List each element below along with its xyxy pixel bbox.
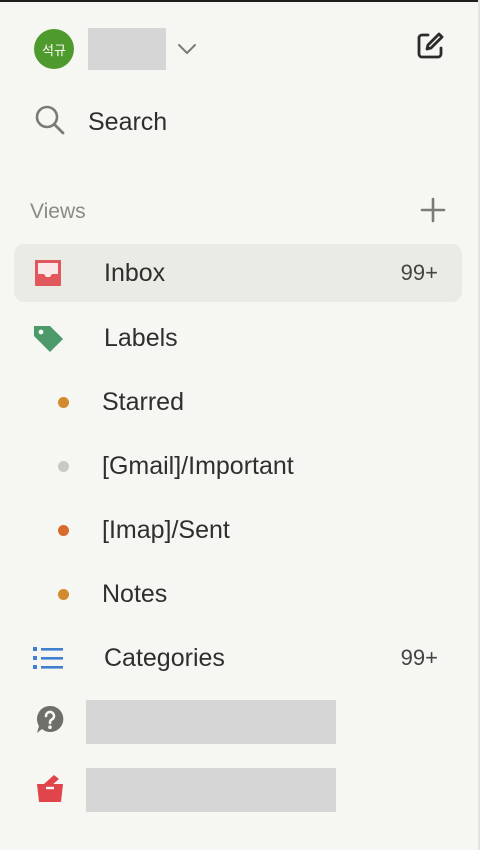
search-button[interactable]: Search: [34, 104, 167, 140]
help-bubble-icon: [34, 704, 66, 741]
nav-item-redbox[interactable]: [34, 768, 336, 812]
views-section-header: Views: [30, 197, 446, 228]
inbox-icon: [32, 258, 76, 288]
label-item-imap-sent[interactable]: [Imap]/Sent: [14, 501, 462, 559]
views-header-label: Views: [30, 200, 86, 223]
categories-label: Categories: [104, 643, 225, 672]
list-icon: [32, 645, 76, 671]
label-name: [Gmail]/Important: [102, 451, 294, 480]
nav-item-help[interactable]: [34, 700, 336, 744]
tag-icon: [32, 323, 76, 353]
label-dot-icon: [58, 396, 69, 408]
account-name-redacted: [88, 28, 166, 70]
add-view-icon[interactable]: [420, 197, 446, 228]
label-item-gmail-important[interactable]: [Gmail]/Important: [14, 437, 462, 495]
label-name: Notes: [102, 579, 168, 608]
chevron-down-icon[interactable]: [176, 42, 198, 56]
label-item-notes[interactable]: Notes: [14, 565, 462, 623]
nav-item-categories[interactable]: Categories 99+: [14, 629, 462, 687]
search-label: Search: [88, 107, 168, 136]
nav-label-redacted: [86, 700, 336, 744]
top-border: [0, 0, 480, 2]
label-dot-icon: [58, 460, 69, 472]
label-item-starred[interactable]: Starred: [14, 373, 462, 431]
label-dot-icon: [58, 588, 69, 600]
label-name: [Imap]/Sent: [102, 515, 230, 544]
inbox-label: Inbox: [104, 258, 166, 287]
nav-label-redacted: [86, 768, 336, 812]
labels-label: Labels: [104, 323, 178, 352]
nav-item-labels[interactable]: Labels: [14, 309, 462, 367]
compose-icon[interactable]: [412, 28, 448, 64]
account-switcher[interactable]: 석규: [34, 28, 198, 70]
avatar[interactable]: 석규: [34, 29, 74, 69]
categories-count: 99+: [400, 645, 438, 670]
inbox-count: 99+: [400, 260, 438, 285]
label-dot-icon: [58, 524, 69, 536]
red-box-icon: [34, 772, 66, 809]
label-name: Starred: [102, 387, 184, 416]
nav-item-inbox[interactable]: Inbox 99+: [14, 244, 462, 302]
search-icon: [34, 104, 66, 141]
